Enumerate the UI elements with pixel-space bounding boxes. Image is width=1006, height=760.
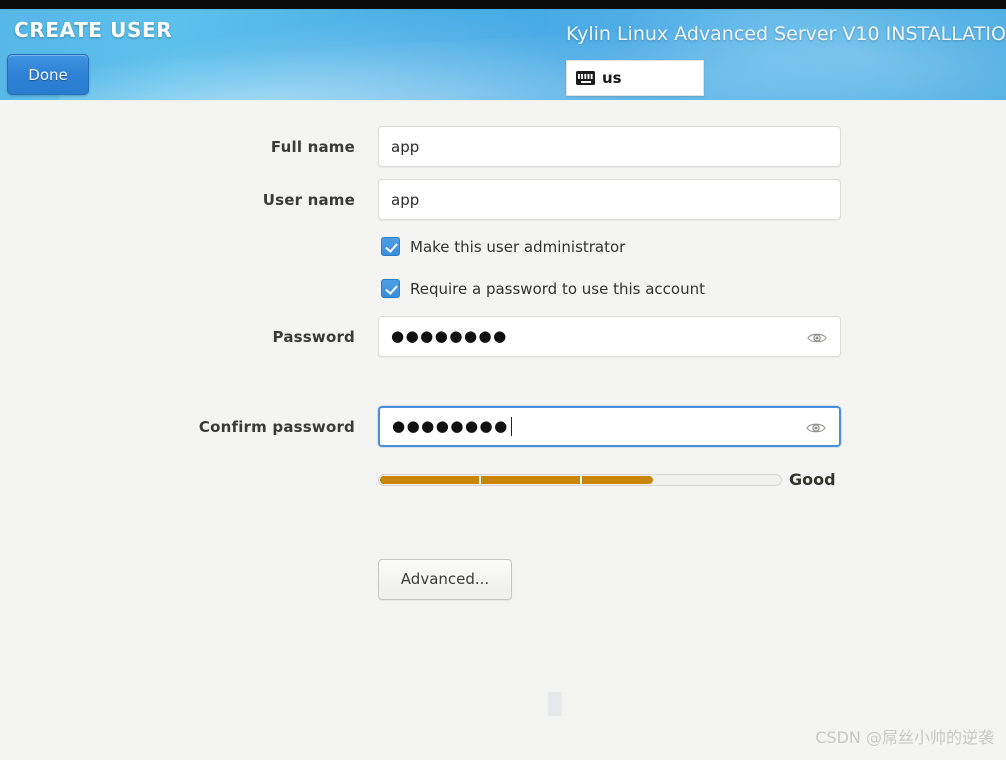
password-masked-value: ●●●●●●●● xyxy=(391,327,508,345)
product-title: Kylin Linux Advanced Server V10 INSTALLA… xyxy=(566,23,1006,45)
password-label: Password xyxy=(272,328,355,346)
watermark-text: CSDN @屌丝小帅的逆袭 xyxy=(815,728,994,747)
user-name-value: app xyxy=(391,190,420,209)
require-password-label: Require a password to use this account xyxy=(410,279,705,298)
page-title: CREATE USER xyxy=(14,18,173,42)
keyboard-layout-indicator[interactable]: us xyxy=(566,60,704,96)
make-administrator-checkbox-row[interactable]: Make this user administrator xyxy=(381,237,625,256)
text-cursor xyxy=(510,417,512,436)
eye-icon[interactable] xyxy=(806,420,826,433)
password-strength-segments xyxy=(379,475,781,485)
advanced-button[interactable]: Advanced... xyxy=(378,559,512,600)
keyboard-layout-label: us xyxy=(602,69,622,87)
done-button[interactable]: Done xyxy=(7,54,89,95)
password-strength-bar xyxy=(378,474,782,486)
eye-icon[interactable] xyxy=(807,330,827,343)
make-administrator-label: Make this user administrator xyxy=(410,237,626,256)
installer-screen: CREATE USER Done Kylin Linux Advanced Se… xyxy=(0,0,1006,760)
full-name-label: Full name xyxy=(270,138,355,156)
password-strength-text: Good xyxy=(789,470,836,489)
full-name-value: app xyxy=(391,137,420,156)
password-input[interactable]: ●●●●●●●● xyxy=(378,316,841,357)
create-user-form: Full name app User name app Make this us… xyxy=(0,100,1006,760)
confirm-password-input[interactable]: ●●●●●●●● xyxy=(378,406,841,447)
keyboard-icon xyxy=(576,71,595,85)
confirm-password-masked-value: ●●●●●●●● xyxy=(392,417,509,435)
user-name-input[interactable]: app xyxy=(378,179,841,220)
checkbox-checked-icon[interactable] xyxy=(381,237,400,256)
background-artifact xyxy=(548,692,562,716)
top-black-bar xyxy=(0,0,1006,9)
user-name-label: User name xyxy=(262,191,355,209)
full-name-input[interactable]: app xyxy=(378,126,841,167)
require-password-checkbox-row[interactable]: Require a password to use this account xyxy=(381,279,705,298)
confirm-password-label: Confirm password xyxy=(198,418,355,436)
installer-header: CREATE USER Done Kylin Linux Advanced Se… xyxy=(0,9,1006,100)
checkbox-checked-icon[interactable] xyxy=(381,279,400,298)
